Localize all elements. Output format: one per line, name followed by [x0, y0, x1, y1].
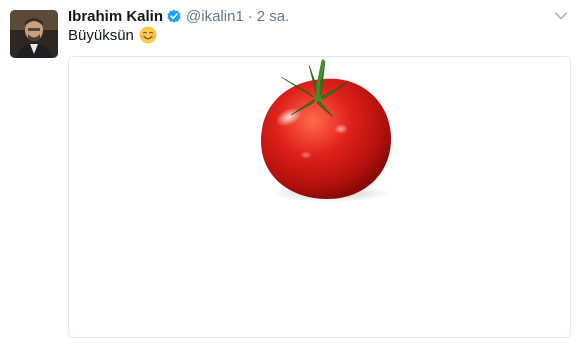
tweet-text: Büyüksün [68, 26, 157, 44]
more-options-chevron-down-icon[interactable] [554, 8, 568, 20]
tweet-media-card[interactable] [68, 56, 571, 338]
tweet-timestamp[interactable]: 2 sa. [257, 8, 290, 25]
author-avatar[interactable] [10, 10, 58, 58]
avatar-portrait-image [10, 10, 58, 58]
tweet-header: Ibrahim Kalin @ikalin1 · 2 sa. [68, 6, 289, 26]
smiling-blushing-face-icon [139, 26, 157, 44]
tweet-card: Ibrahim Kalin @ikalin1 · 2 sa. Büyüksün [0, 0, 580, 346]
tomato-image [251, 57, 401, 205]
tweet-text-content: Büyüksün [68, 26, 134, 44]
author-handle[interactable]: @ikalin1 [186, 8, 244, 25]
verified-badge-icon [166, 8, 182, 24]
author-name[interactable]: Ibrahim Kalin [68, 8, 163, 25]
header-separator: · [247, 7, 253, 25]
